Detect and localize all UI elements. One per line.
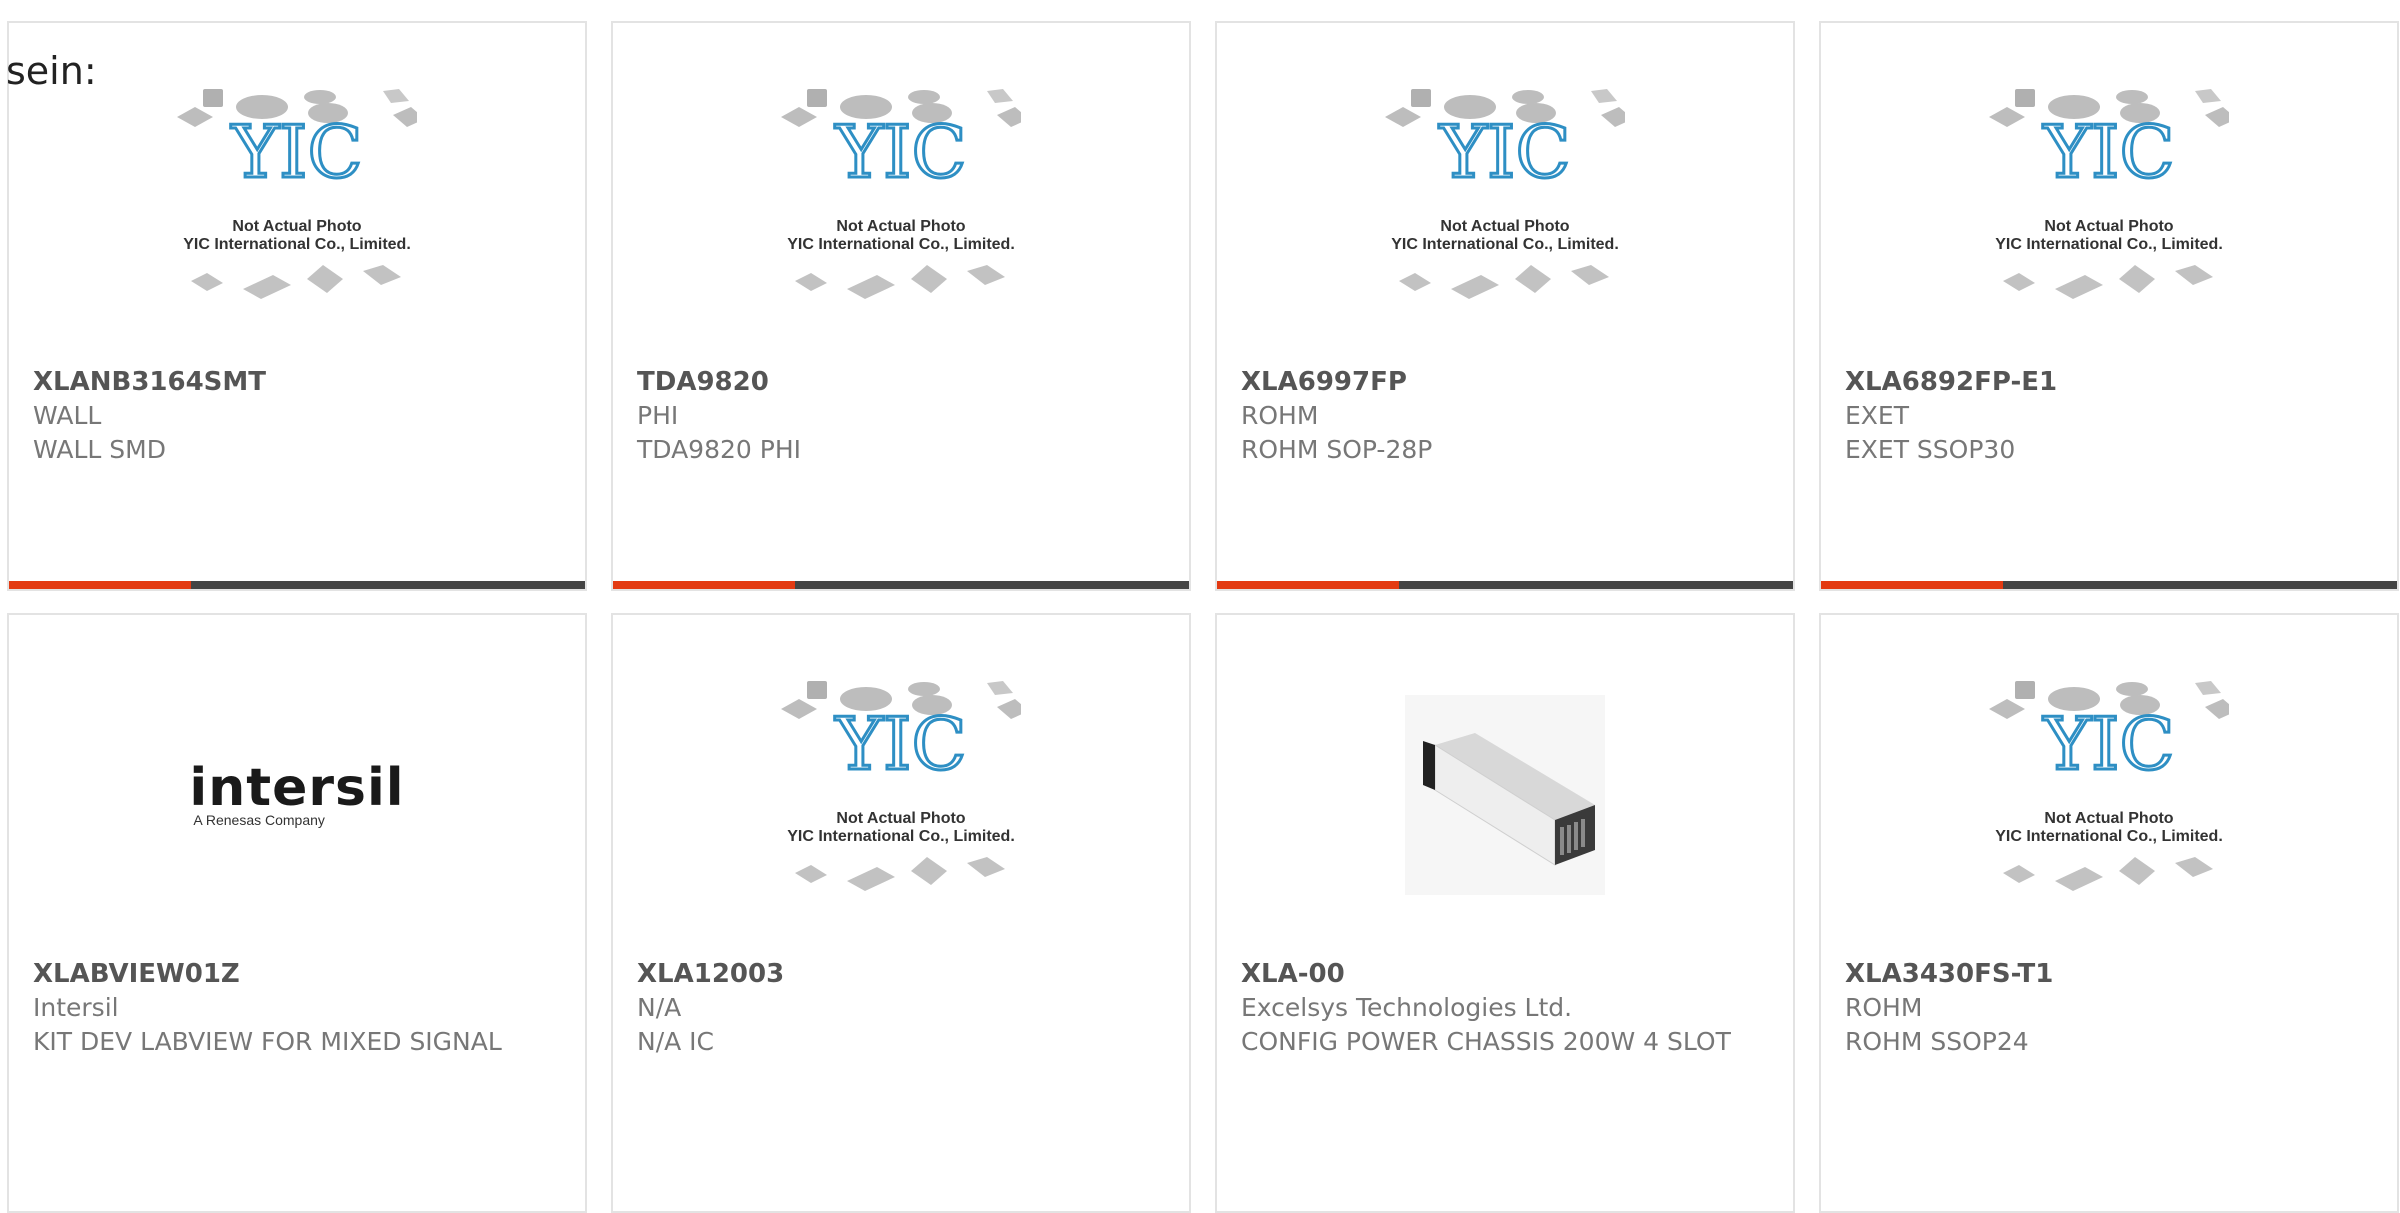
part-number[interactable]: XLA-00 — [1241, 957, 1773, 991]
accent-bar — [613, 581, 795, 589]
chip-placeholder-icon: YIC Not Actual Photo YIC International C… — [1989, 89, 2229, 299]
chip-placeholder-icon: YIC Not Actual Photo YIC International C… — [1989, 681, 2229, 891]
manufacturer: Excelsys Technologies Ltd. — [1241, 993, 1573, 1022]
product-card[interactable]: YIC Not Actual Photo YIC International C… — [1819, 613, 2399, 1213]
svg-text:YIC International Co., Limited: YIC International Co., Limited. — [787, 236, 1015, 253]
product-card[interactable]: YIC Not Actual Photo YIC International C… — [7, 21, 587, 591]
svg-text:YIC International Co., Limited: YIC International Co., Limited. — [1391, 236, 1619, 253]
svg-text:Not Actual Photo: Not Actual Photo — [2044, 810, 2173, 827]
svg-text:YIC International Co., Limited: YIC International Co., Limited. — [1995, 236, 2223, 253]
description: ROHM SOP-28P — [1241, 435, 1433, 464]
svg-text:YIC: YIC — [834, 702, 966, 786]
description: TDA9820 PHI — [637, 435, 802, 464]
card-bottom-bar — [9, 581, 585, 589]
svg-text:YIC International Co., Limited: YIC International Co., Limited. — [787, 828, 1015, 845]
svg-text:Not Actual Photo: Not Actual Photo — [1440, 218, 1569, 235]
svg-text:YIC: YIC — [2042, 702, 2174, 786]
product-grid: YIC Not Actual Photo YIC International C… — [7, 21, 2399, 1213]
svg-text:Not Actual Photo: Not Actual Photo — [836, 218, 965, 235]
svg-text:YIC: YIC — [1438, 110, 1570, 194]
placeholder-image: YIC Not Actual Photo YIC International C… — [1821, 677, 2397, 913]
accent-bar — [1821, 581, 2003, 589]
manufacturer: ROHM — [1845, 993, 1923, 1022]
product-card[interactable]: YIC Not Actual Photo YIC International C… — [611, 613, 1191, 1213]
description: N/A IC — [637, 1027, 715, 1056]
accent-bar — [1217, 581, 1399, 589]
description: ROHM SSOP24 — [1845, 1027, 2029, 1056]
chip-placeholder-icon: YIC Not Actual Photo YIC International C… — [1385, 89, 1625, 299]
part-number[interactable]: XLANB3164SMT — [33, 365, 565, 399]
chip-placeholder-icon: YIC Not Actual Photo YIC International C… — [177, 89, 417, 299]
product-image — [1217, 677, 1793, 913]
placeholder-image: YIC Not Actual Photo YIC International C… — [9, 85, 585, 321]
chip-placeholder-icon: YIC Not Actual Photo YIC International C… — [781, 681, 1021, 891]
placeholder-image: YIC Not Actual Photo YIC International C… — [613, 677, 1189, 913]
manufacturer: PHI — [637, 401, 679, 430]
description: CONFIG POWER CHASSIS 200W 4 SLOT — [1241, 1027, 1731, 1056]
part-number[interactable]: XLA3430FS-T1 — [1845, 957, 2377, 991]
manufacturer: ROHM — [1241, 401, 1319, 430]
product-card[interactable]: intersil A Renesas Company XLABVIEW01Z I… — [7, 613, 587, 1213]
placeholder-image: YIC Not Actual Photo YIC International C… — [613, 85, 1189, 321]
placeholder-image: YIC Not Actual Photo YIC International C… — [1821, 85, 2397, 321]
part-number[interactable]: TDA9820 — [637, 365, 1169, 399]
product-card[interactable]: YIC Not Actual Photo YIC International C… — [1215, 21, 1795, 591]
manufacturer: N/A — [637, 993, 682, 1022]
svg-text:Not Actual Photo: Not Actual Photo — [836, 810, 965, 827]
svg-text:Not Actual Photo: Not Actual Photo — [232, 218, 361, 235]
manufacturer: Intersil — [33, 993, 119, 1022]
placeholder-image: YIC Not Actual Photo YIC International C… — [1217, 85, 1793, 321]
power-chassis-photo — [1405, 695, 1605, 895]
svg-text:Not Actual Photo: Not Actual Photo — [2044, 218, 2173, 235]
description: KIT DEV LABVIEW FOR MIXED SIGNAL — [33, 1027, 502, 1056]
card-bottom-bar — [1821, 581, 2397, 589]
manufacturer: WALL — [33, 401, 102, 430]
product-image: intersil A Renesas Company — [9, 677, 585, 913]
product-card[interactable]: YIC Not Actual Photo YIC International C… — [1819, 21, 2399, 591]
product-card[interactable]: YIC Not Actual Photo YIC International C… — [611, 21, 1191, 591]
manufacturer: EXET — [1845, 401, 1909, 430]
svg-text:YIC: YIC — [834, 110, 966, 194]
accent-bar — [9, 581, 191, 589]
description: EXET SSOP30 — [1845, 435, 2016, 464]
part-number[interactable]: XLABVIEW01Z — [33, 957, 565, 991]
intersil-logo: intersil A Renesas Company — [189, 758, 405, 828]
svg-text:YIC: YIC — [230, 110, 362, 194]
svg-text:YIC: YIC — [2042, 110, 2174, 194]
card-bottom-bar — [613, 581, 1189, 589]
part-number[interactable]: XLA12003 — [637, 957, 1169, 991]
part-number[interactable]: XLA6892FP-E1 — [1845, 365, 2377, 399]
description: WALL SMD — [33, 435, 166, 464]
svg-text:YIC International Co., Limited: YIC International Co., Limited. — [1995, 828, 2223, 845]
chip-placeholder-icon: YIC Not Actual Photo YIC International C… — [781, 89, 1021, 299]
card-bottom-bar — [1217, 581, 1793, 589]
product-card[interactable]: XLA-00 Excelsys Technologies Ltd. CONFIG… — [1215, 613, 1795, 1213]
part-number[interactable]: XLA6997FP — [1241, 365, 1773, 399]
stray-label: sein: — [6, 49, 97, 93]
svg-text:YIC International Co., Limited: YIC International Co., Limited. — [183, 236, 411, 253]
